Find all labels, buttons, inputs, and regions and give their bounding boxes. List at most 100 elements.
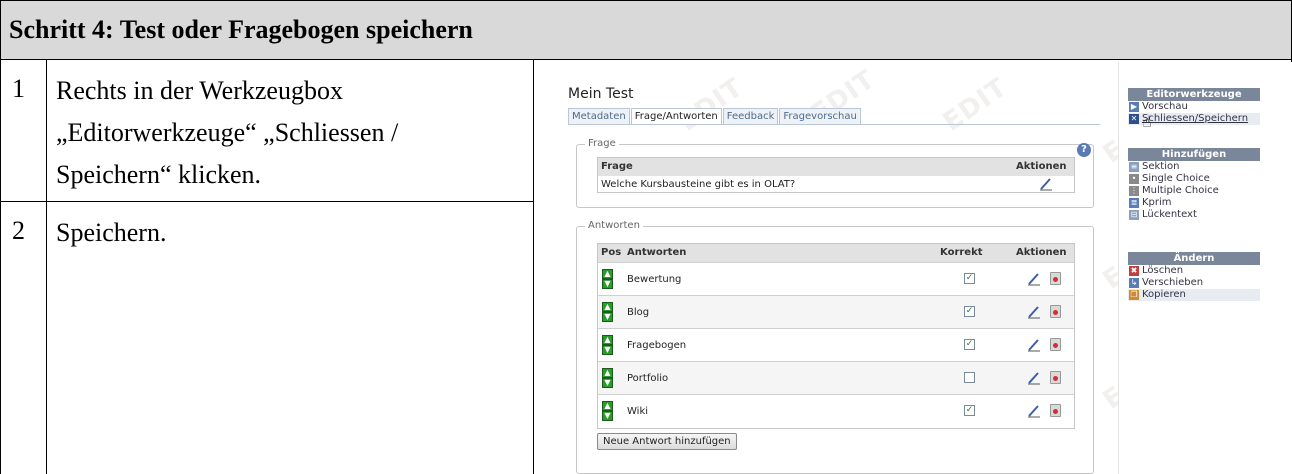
question-fieldset: Frage ? Frage Aktionen Welche Kursbauste… bbox=[576, 138, 1094, 208]
edit-pencil-icon[interactable] bbox=[1026, 338, 1042, 352]
preview-icon: ▶ bbox=[1129, 102, 1139, 112]
step-1-text: Rechts in der Werkzeugbox „Editorwerkzeu… bbox=[56, 70, 526, 196]
multiple-choice-icon: ⋮ bbox=[1129, 186, 1139, 196]
arrow-down-icon[interactable]: ▼ bbox=[602, 378, 613, 388]
arrow-up-icon[interactable]: ▲ bbox=[602, 269, 613, 279]
arrow-down-icon[interactable]: ▼ bbox=[602, 279, 613, 289]
change-box: Ändern ✖ Löschen ↳ Verschieben ❐ Kopieren bbox=[1128, 252, 1260, 301]
answer-label: Blog bbox=[627, 307, 650, 318]
step-2-line: Speichern. bbox=[56, 218, 167, 247]
close-save-icon: ✕ bbox=[1129, 114, 1139, 124]
answer-row: ▲ ▼ Wiki ✓ bbox=[598, 394, 1074, 427]
sidebar-item-cloze[interactable]: ⊟ Lückentext bbox=[1128, 209, 1260, 221]
sidebar-item-single-choice[interactable]: • Single Choice bbox=[1128, 173, 1260, 185]
edit-pencil-icon[interactable] bbox=[1026, 404, 1042, 418]
sidebar-item-delete[interactable]: ✖ Löschen bbox=[1128, 265, 1260, 277]
tab-feedback[interactable]: Feedback bbox=[722, 108, 779, 124]
answer-label: Bewertung bbox=[627, 274, 682, 285]
sidebar-divider bbox=[1118, 62, 1119, 474]
add-answer-button[interactable]: Neue Antwort hinzufügen bbox=[597, 433, 737, 450]
test-title: Mein Test bbox=[568, 86, 634, 102]
delete-icon[interactable] bbox=[1050, 404, 1061, 417]
table-row-divider bbox=[0, 201, 534, 202]
answers-table-header: Pos Antworten Korrekt Aktionen bbox=[598, 244, 1074, 262]
correct-checkbox[interactable]: ✓ bbox=[964, 405, 975, 416]
arrow-up-icon[interactable]: ▲ bbox=[602, 302, 613, 312]
hand-cursor-icon: ☝ bbox=[1142, 112, 1152, 131]
move-arrows[interactable]: ▲ ▼ bbox=[602, 335, 613, 355]
correct-checkbox[interactable] bbox=[964, 372, 975, 383]
col-answers: Antworten bbox=[627, 247, 687, 258]
answer-label: Wiki bbox=[627, 406, 649, 417]
edit-pencil-icon[interactable] bbox=[1026, 371, 1042, 385]
sidebar-item-copy[interactable]: ❐ Kopieren bbox=[1128, 289, 1260, 301]
answers-fieldset: Antworten Pos Antworten Korrekt Aktionen… bbox=[576, 220, 1094, 474]
question-table: Frage Aktionen Welche Kursbausteine gibt… bbox=[597, 157, 1075, 193]
sidebar-item-multiple-choice[interactable]: ⋮ Multiple Choice bbox=[1128, 185, 1260, 197]
tab-underline bbox=[568, 124, 1100, 125]
arrow-up-icon[interactable]: ▲ bbox=[602, 335, 613, 345]
tab-metadaten[interactable]: Metadaten bbox=[568, 108, 630, 124]
move-arrows[interactable]: ▲ ▼ bbox=[602, 269, 613, 289]
delete-icon[interactable] bbox=[1050, 305, 1061, 318]
delete-icon[interactable] bbox=[1050, 371, 1061, 384]
table-header: Schritt 4: Test oder Fragebogen speicher… bbox=[0, 0, 1292, 60]
col-actions: Aktionen bbox=[1016, 247, 1067, 258]
sidebar-item-section[interactable]: ≡ Sektion bbox=[1128, 161, 1260, 173]
delete-icon[interactable] bbox=[1050, 272, 1061, 285]
answer-row: ▲ ▼ Bewertung ✓ bbox=[598, 262, 1074, 295]
move-icon: ↳ bbox=[1129, 278, 1139, 288]
answer-label: Portfolio bbox=[627, 373, 669, 384]
move-arrows[interactable]: ▲ ▼ bbox=[602, 368, 613, 388]
page-title: Schritt 4: Test oder Fragebogen speicher… bbox=[9, 15, 473, 44]
watermark: EDIT bbox=[673, 72, 749, 138]
copy-icon: ❐ bbox=[1129, 290, 1139, 300]
sidebar-item-kprim[interactable]: ≣ Kprim bbox=[1128, 197, 1260, 209]
col-pos: Pos bbox=[601, 247, 622, 258]
change-title: Ändern bbox=[1128, 252, 1260, 265]
arrow-down-icon[interactable]: ▼ bbox=[602, 411, 613, 421]
single-choice-icon: • bbox=[1129, 174, 1139, 184]
editor-tabs: Metadaten Frage/Antworten Feedback Frage… bbox=[568, 108, 862, 124]
kprim-icon: ≣ bbox=[1129, 198, 1139, 208]
step-2-text: Speichern. bbox=[56, 212, 526, 254]
table-divider-num bbox=[46, 60, 47, 474]
delete-icon[interactable] bbox=[1050, 338, 1061, 351]
answer-row: ▲ ▼ Blog ✓ bbox=[598, 295, 1074, 328]
move-arrows[interactable]: ▲ ▼ bbox=[602, 401, 613, 421]
correct-checkbox[interactable]: ✓ bbox=[964, 306, 975, 317]
answers-legend: Antworten bbox=[585, 220, 643, 231]
question-table-header: Frage Aktionen bbox=[598, 158, 1074, 176]
move-arrows[interactable]: ▲ ▼ bbox=[602, 302, 613, 322]
arrow-down-icon[interactable]: ▼ bbox=[602, 312, 613, 322]
step-1-line: Rechts in der Werkzeugbox bbox=[56, 76, 343, 105]
correct-checkbox[interactable]: ✓ bbox=[964, 339, 975, 350]
question-text: Welche Kursbausteine gibt es in OLAT? bbox=[601, 179, 796, 190]
section-icon: ≡ bbox=[1129, 162, 1139, 172]
step-1-line: Speichern“ klicken. bbox=[56, 160, 262, 189]
watermark: EDIT bbox=[937, 72, 1013, 138]
table-divider-image bbox=[533, 60, 534, 474]
tab-frage-antworten[interactable]: Frage/Antworten bbox=[630, 108, 722, 124]
answer-row: ▲ ▼ Portfolio bbox=[598, 361, 1074, 394]
trash-icon: ✖ bbox=[1129, 266, 1139, 276]
edit-pencil-icon[interactable] bbox=[1038, 177, 1054, 191]
arrow-down-icon[interactable]: ▼ bbox=[602, 345, 613, 355]
olat-editor-screenshot: EDIT EDIT EDIT EDIT EDIT EDIT Mein Test … bbox=[540, 62, 1292, 474]
answer-label: Fragebogen bbox=[627, 340, 687, 351]
editor-tools-title: Editorwerkzeuge bbox=[1128, 88, 1260, 101]
step-1-line: „Editorwerkzeuge“ „Schliessen / bbox=[56, 118, 399, 147]
edit-pencil-icon[interactable] bbox=[1026, 305, 1042, 319]
tab-fragevorschau[interactable]: Fragevorschau bbox=[779, 108, 861, 124]
edit-pencil-icon[interactable] bbox=[1026, 272, 1042, 286]
sidebar-item-move[interactable]: ↳ Verschieben bbox=[1128, 277, 1260, 289]
table-border-left bbox=[0, 60, 1, 474]
correct-checkbox[interactable]: ✓ bbox=[964, 273, 975, 284]
arrow-up-icon[interactable]: ▲ bbox=[602, 368, 613, 378]
arrow-up-icon[interactable]: ▲ bbox=[602, 401, 613, 411]
help-icon[interactable]: ? bbox=[1077, 143, 1091, 157]
step-number: 1 bbox=[12, 74, 25, 103]
editor-sidebar: Editorwerkzeuge ▶ Vorschau ✕ Schliessen/Sp… bbox=[1118, 62, 1292, 474]
add-title: Hinzufügen bbox=[1128, 148, 1260, 161]
step-number: 2 bbox=[12, 216, 25, 245]
